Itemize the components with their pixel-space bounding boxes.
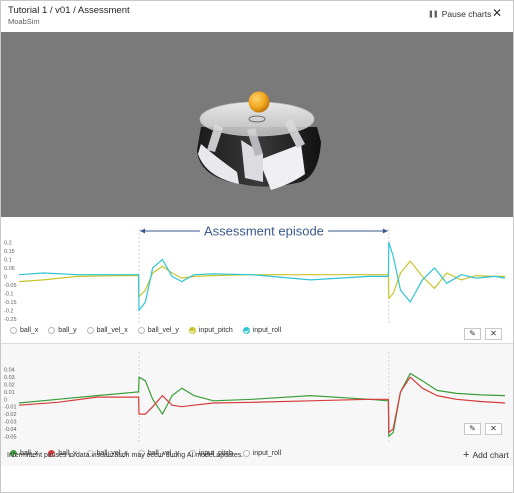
pause-charts-label: Pause charts xyxy=(441,9,492,19)
y-tick-label: -0.05 xyxy=(4,434,17,440)
arrowhead-left xyxy=(140,228,146,234)
legend-label: ball_vel_x xyxy=(96,327,128,334)
legend-item-ball-x[interactable]: ball_x xyxy=(10,327,38,334)
page-title: Tutorial 1 / v01 / Assessment xyxy=(8,5,130,16)
legend-item-input-pitch[interactable]: input_pitch xyxy=(188,327,233,334)
legend-label: ball_x xyxy=(20,327,39,334)
y-tick-label: -0.01 xyxy=(4,405,17,411)
y-tick-label: -0.15 xyxy=(4,300,17,306)
legend-item-input-roll[interactable]: input_roll xyxy=(242,327,282,334)
moab-device-render xyxy=(197,91,321,190)
pencil-icon[interactable]: ✎ xyxy=(464,423,481,435)
legend-item-ball-vel-y[interactable]: ball_vel_y xyxy=(137,327,179,334)
legend-item-ball-y[interactable]: ball_y xyxy=(48,327,77,334)
line-chart-1: 0.2 0.15 0.1 0.05 0 -0.05 -0.1 -0.15 -0.2 -0.25 As… xyxy=(4,224,506,323)
series-line-ball-y xyxy=(18,376,506,434)
y-tick-label: -0.25 xyxy=(4,317,17,323)
pause-charts-button[interactable]: ❚❚ Pause charts xyxy=(428,9,491,19)
chart-1-legend: ball_x ball_y ball_vel_x ball_vel_y input_pi… xyxy=(10,327,281,334)
y-tick-label: 0.03 xyxy=(4,375,15,381)
simulator-name: MoabSim xyxy=(8,17,40,26)
legend-label: input_roll xyxy=(252,327,282,334)
series-line-ball-x xyxy=(18,372,506,437)
y-tick-label: -0.02 xyxy=(4,412,17,418)
simulation-viewport[interactable] xyxy=(1,32,513,217)
y-tick-label: -0.2 xyxy=(4,308,13,314)
ball xyxy=(248,91,270,113)
arrowhead-right xyxy=(382,228,388,234)
y-tick-label: 0.2 xyxy=(4,240,12,246)
add-chart-label: Add chart xyxy=(472,450,509,460)
legend-checkbox[interactable] xyxy=(48,327,56,334)
y-tick-label: 0 xyxy=(4,397,7,403)
footer-note: Intermittent pauses in data visualizatio… xyxy=(7,452,244,459)
y-tick-label: -0.05 xyxy=(4,283,17,289)
y-tick-label: 0.04 xyxy=(4,368,15,374)
legend-item-ball-vel-x[interactable]: ball_vel_x xyxy=(86,327,128,334)
y-tick-label: 0.01 xyxy=(4,390,15,396)
legend-checkbox[interactable] xyxy=(242,327,250,334)
chart-panel-1: 0.2 0.15 0.1 0.05 0 -0.05 -0.1 -0.15 -0.2 -0.25 As… xyxy=(1,217,513,343)
chart-2-tools: ✎ ✕ xyxy=(464,423,502,435)
close-icon[interactable]: ✕ xyxy=(485,423,502,435)
pause-icon: ❚❚ xyxy=(428,11,439,18)
close-icon[interactable]: ✕ xyxy=(492,7,502,19)
plus-icon: + xyxy=(463,449,470,461)
panel-header: Tutorial 1 / v01 / Assessment MoabSim ❚❚… xyxy=(0,0,514,32)
y-tick-label: 0.02 xyxy=(4,383,15,389)
legend-checkbox[interactable] xyxy=(10,327,17,334)
close-icon[interactable]: ✕ xyxy=(485,328,502,340)
pencil-icon[interactable]: ✎ xyxy=(464,328,481,340)
y-tick-label: -0.1 xyxy=(4,291,13,297)
y-tick-label: -0.03 xyxy=(4,420,17,426)
chart-1-tools: ✎ ✕ xyxy=(464,328,502,340)
legend-checkbox[interactable] xyxy=(86,327,94,334)
y-tick-label: 0 xyxy=(4,274,7,280)
y-tick-label: 0.05 xyxy=(4,266,15,272)
assessment-episode-label: Assessment episode xyxy=(204,224,324,239)
legend-checkbox[interactable] xyxy=(137,327,145,334)
panel-footer: Intermittent pauses in data visualizatio… xyxy=(1,446,513,492)
y-tick-label: 0.15 xyxy=(4,249,15,255)
y-tick-label: -0.04 xyxy=(4,427,17,433)
legend-label: ball_y xyxy=(58,327,77,334)
legend-label: input_pitch xyxy=(198,327,233,334)
legend-checkbox[interactable] xyxy=(188,327,196,334)
series-line-input-pitch xyxy=(18,260,505,300)
add-chart-button[interactable]: + Add chart xyxy=(463,449,509,461)
legend-label: ball_vel_y xyxy=(147,327,179,334)
y-tick-label: 0.1 xyxy=(4,257,12,263)
